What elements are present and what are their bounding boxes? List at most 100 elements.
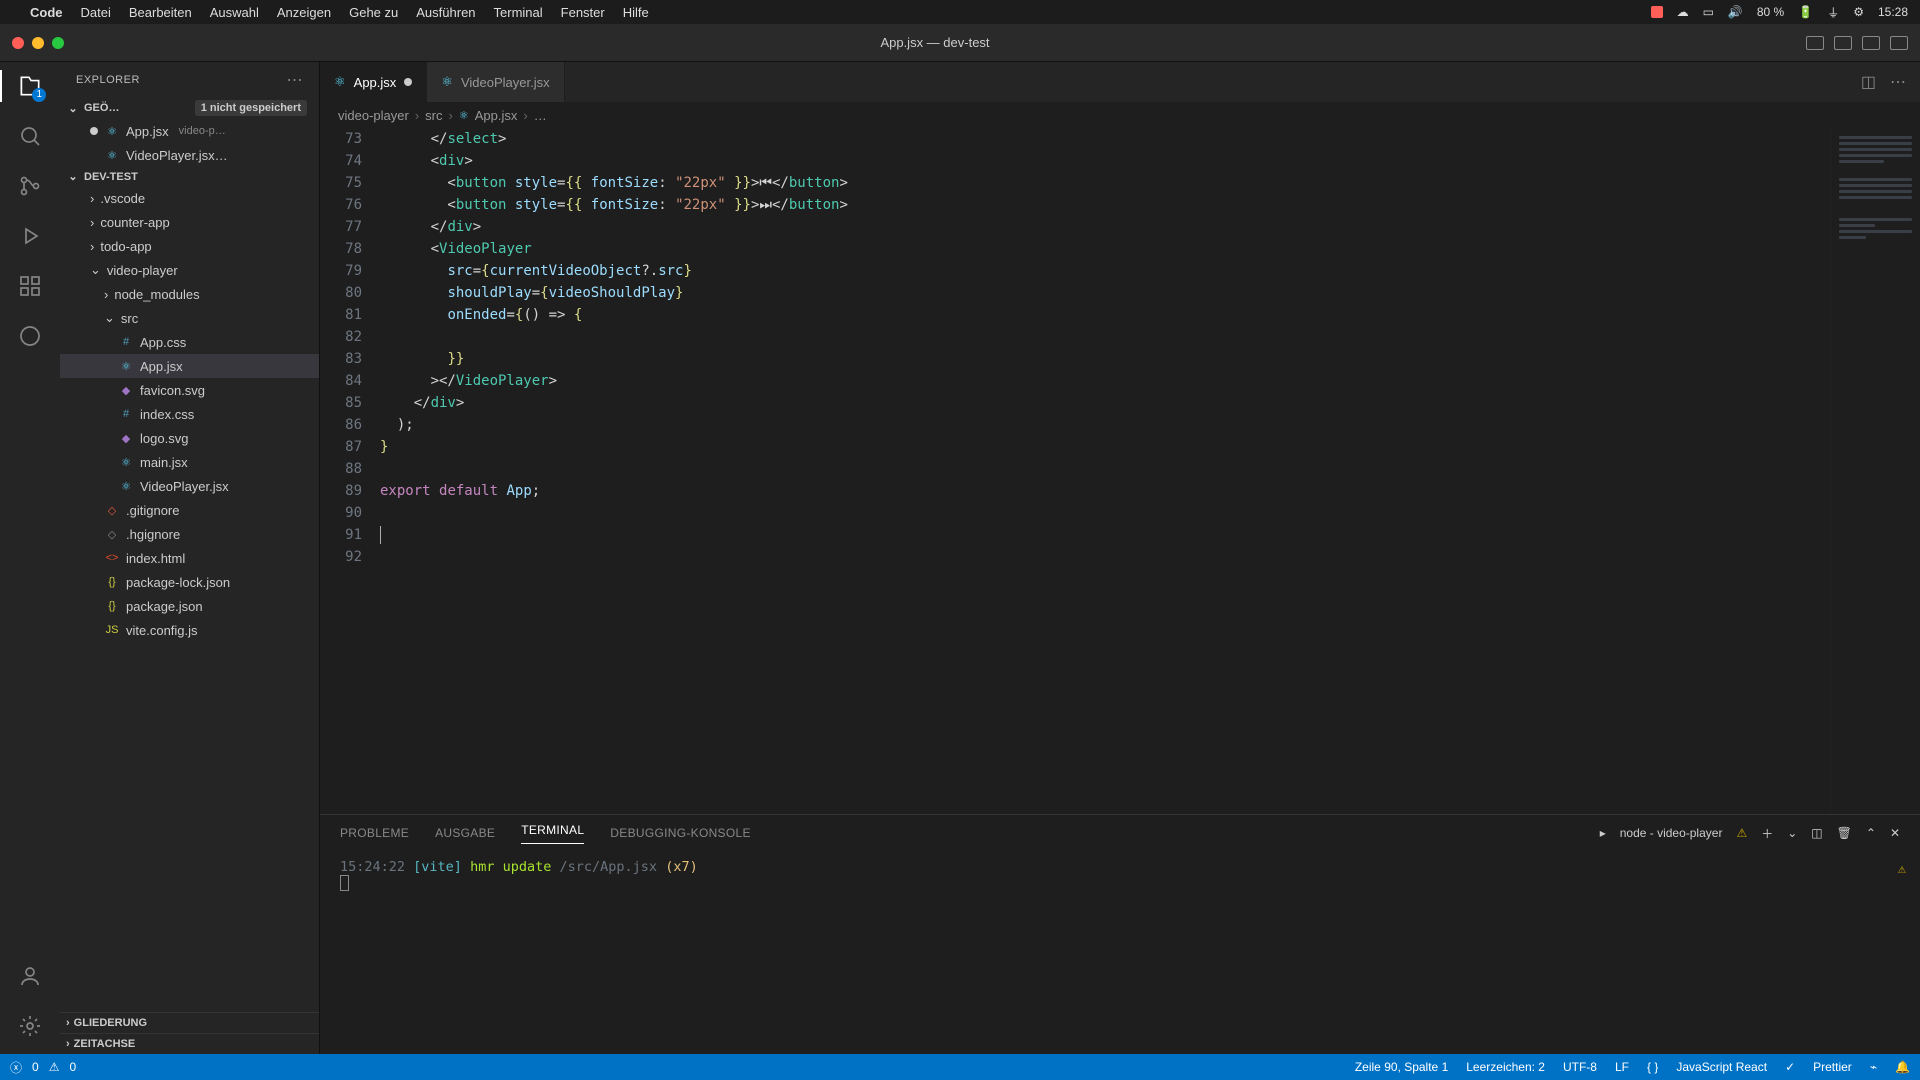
breadcrumb-item[interactable]: … <box>534 108 547 123</box>
new-terminal-icon[interactable]: ＋ <box>1761 825 1773 842</box>
menu-terminal[interactable]: Terminal <box>494 5 543 20</box>
layout-left-icon[interactable] <box>1806 36 1824 50</box>
folder-node-modules[interactable]: ›node_modules <box>60 282 319 306</box>
status-eol[interactable]: LF <box>1615 1060 1629 1074</box>
open-editor-item[interactable]: ⚛ App.jsx video-p… <box>60 119 319 143</box>
open-editors-header[interactable]: ⌄ GEÖ… 1 nicht gespeichert <box>60 97 319 119</box>
menu-edit[interactable]: Bearbeiten <box>129 5 192 20</box>
file-item[interactable]: ⚛App.jsx <box>60 354 319 378</box>
file-item[interactable]: ◆logo.svg <box>60 426 319 450</box>
menubar-clock[interactable]: 15:28 <box>1878 5 1908 19</box>
folder-src[interactable]: ⌄src <box>60 306 319 330</box>
kill-terminal-icon[interactable]: 🗑 <box>1837 826 1852 840</box>
layout-full-icon[interactable] <box>1890 36 1908 50</box>
status-prettier[interactable]: Prettier <box>1813 1060 1852 1074</box>
activity-settings-icon[interactable] <box>16 1012 44 1040</box>
menu-window[interactable]: Fenster <box>561 5 605 20</box>
menubar-control-center-icon[interactable]: ⚙︎ <box>1853 5 1864 19</box>
split-editor-icon[interactable]: ◫ <box>1861 72 1876 92</box>
menubar-app[interactable]: Code <box>30 5 63 20</box>
file-item[interactable]: JSvite.config.js <box>60 618 319 642</box>
folder-todo-app[interactable]: ›todo-app <box>60 234 319 258</box>
menubar-wifi-icon[interactable]: ⏚ <box>1827 4 1839 21</box>
status-errors-icon[interactable]: ⓧ <box>10 1059 22 1076</box>
status-bell-icon[interactable]: 🔔 <box>1895 1060 1910 1074</box>
file-item[interactable]: ⚛main.jsx <box>60 450 319 474</box>
menu-view[interactable]: Anzeigen <box>277 5 331 20</box>
breadcrumb-item[interactable]: App.jsx <box>475 108 518 123</box>
activity-search-icon[interactable] <box>16 122 44 150</box>
status-warnings-icon[interactable]: ⚠ <box>49 1060 60 1074</box>
window-minimize-button[interactable] <box>32 37 44 49</box>
terminal-label[interactable]: node - video-player <box>1620 826 1723 840</box>
tab-videoplayer-jsx[interactable]: ⚛ VideoPlayer.jsx <box>427 62 564 102</box>
open-editor-item[interactable]: ⚛ VideoPlayer.jsx… <box>60 143 319 167</box>
file-item[interactable]: #index.css <box>60 402 319 426</box>
split-terminal-icon[interactable]: ◫ <box>1811 826 1822 840</box>
code-content[interactable]: </select> <div> <button style={{ fontSiz… <box>380 128 1830 814</box>
warning-icon[interactable]: ⚠ <box>1898 861 1906 877</box>
file-item[interactable]: ◆favicon.svg <box>60 378 319 402</box>
timeline-section[interactable]: ›ZEITACHSE <box>60 1033 319 1054</box>
sidebar: EXPLORER ⋯ ⌄ GEÖ… 1 nicht gespeichert ⚛ … <box>60 62 320 1054</box>
status-warnings[interactable]: 0 <box>69 1060 76 1074</box>
tab-app-jsx[interactable]: ⚛ App.jsx <box>320 62 427 102</box>
status-language[interactable]: JavaScript React <box>1676 1060 1767 1074</box>
status-feedback-icon[interactable]: ⌁ <box>1870 1060 1877 1074</box>
status-cursor-pos[interactable]: Zeile 90, Spalte 1 <box>1355 1060 1448 1074</box>
terminal-dropdown-icon[interactable]: ⌄ <box>1787 826 1797 840</box>
panel-tab-debug-console[interactable]: DEBUGGING-KONSOLE <box>610 826 750 840</box>
warning-icon[interactable]: ⚠ <box>1736 826 1747 840</box>
file-item[interactable]: ⚛VideoPlayer.jsx <box>60 474 319 498</box>
file-item[interactable]: {}package.json <box>60 594 319 618</box>
tab-more-icon[interactable]: ⋯ <box>1890 72 1906 92</box>
minimap[interactable] <box>1830 128 1920 814</box>
file-item[interactable]: ◇.hgignore <box>60 522 319 546</box>
breadcrumb-item[interactable]: src <box>425 108 442 123</box>
menu-help[interactable]: Hilfe <box>623 5 649 20</box>
terminal-process-icon[interactable]: ▸ <box>1600 826 1606 840</box>
panel-maximize-icon[interactable]: ⌃ <box>1866 826 1876 840</box>
folder-vscode[interactable]: ›.vscode <box>60 186 319 210</box>
terminal[interactable]: 15:24:22 [vite] hmr update /src/App.jsx … <box>320 851 1920 1054</box>
menu-selection[interactable]: Auswahl <box>210 5 259 20</box>
panel-tab-output[interactable]: AUSGABE <box>435 826 495 840</box>
activity-extra-icon[interactable] <box>16 322 44 350</box>
menu-file[interactable]: Datei <box>81 5 111 20</box>
tab-label: VideoPlayer.jsx <box>461 75 550 90</box>
window-close-button[interactable] <box>12 37 24 49</box>
breadcrumb-item[interactable]: video-player <box>338 108 409 123</box>
file-item[interactable]: ◇.gitignore <box>60 498 319 522</box>
folder-video-player[interactable]: ⌄video-player <box>60 258 319 282</box>
menubar-display-icon[interactable]: ▭ <box>1703 5 1714 19</box>
activity-extensions-icon[interactable] <box>16 272 44 300</box>
file-icon: ◆ <box>118 384 134 397</box>
code-editor[interactable]: 7374757677787980818283848586878889909192… <box>320 128 1830 814</box>
file-item[interactable]: <>index.html <box>60 546 319 570</box>
workspace-header[interactable]: ⌄ DEV-TEST <box>60 167 319 186</box>
menubar-volume-icon[interactable]: 🔊 <box>1728 5 1743 19</box>
sidebar-more-icon[interactable]: ⋯ <box>287 70 304 90</box>
status-encoding[interactable]: UTF-8 <box>1563 1060 1597 1074</box>
panel-close-icon[interactable]: ✕ <box>1890 826 1900 840</box>
panel-tab-problems[interactable]: PROBLEME <box>340 826 409 840</box>
menubar-battery-icon[interactable]: 🔋 <box>1798 5 1813 19</box>
layout-right-icon[interactable] <box>1862 36 1880 50</box>
activity-account-icon[interactable] <box>16 962 44 990</box>
file-item[interactable]: #App.css <box>60 330 319 354</box>
breadcrumbs[interactable]: video-player› src› ⚛ App.jsx› … <box>320 102 1920 128</box>
menubar-cloud-icon[interactable]: ☁︎ <box>1677 5 1689 19</box>
panel-tab-terminal[interactable]: TERMINAL <box>521 823 584 844</box>
folder-counter-app[interactable]: ›counter-app <box>60 210 319 234</box>
window-zoom-button[interactable] <box>52 37 64 49</box>
activity-source-control-icon[interactable] <box>16 172 44 200</box>
status-indent[interactable]: Leerzeichen: 2 <box>1466 1060 1545 1074</box>
file-item[interactable]: {}package-lock.json <box>60 570 319 594</box>
activity-run-debug-icon[interactable] <box>16 222 44 250</box>
activity-explorer-icon[interactable]: 1 <box>16 72 44 100</box>
status-errors[interactable]: 0 <box>32 1060 39 1074</box>
layout-bottom-icon[interactable] <box>1834 36 1852 50</box>
menu-run[interactable]: Ausführen <box>416 5 475 20</box>
outline-section[interactable]: ›GLIEDERUNG <box>60 1012 319 1033</box>
menu-go[interactable]: Gehe zu <box>349 5 398 20</box>
